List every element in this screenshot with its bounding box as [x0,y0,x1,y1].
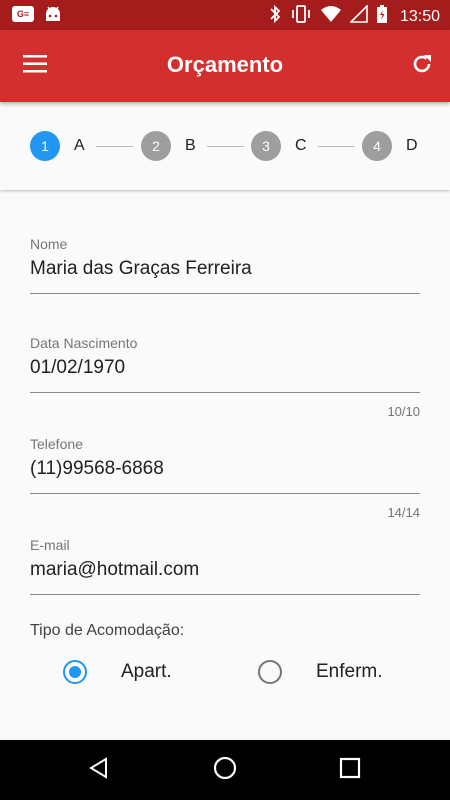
radio-button-unchecked-icon[interactable] [258,660,282,684]
telefone-input[interactable]: (11)99568-6868 [30,458,420,480]
radio-apart-label[interactable]: Apart. [121,661,172,683]
stepper: 1 A 2 B 3 C 4 D [0,102,450,190]
step-connector [318,146,355,147]
acomodacao-label: Tipo de Acomodação: [30,622,185,639]
bluetooth-icon [268,4,282,29]
step-number: 2 [141,131,171,161]
step-label: C [295,137,307,154]
step-4[interactable]: 4 D [362,131,418,161]
step-3[interactable]: 3 C [251,131,307,161]
navigation-bar [0,740,450,800]
nome-input[interactable]: Maria das Graças Ferreira [30,258,420,280]
refresh-button[interactable] [400,44,444,88]
step-2[interactable]: 2 B [141,131,196,161]
step-connector [207,146,244,147]
radio-button-checked-icon[interactable] [63,660,87,684]
telefone-counter: 14/14 [387,505,420,520]
vibrate-icon [290,4,312,29]
step-number: 3 [251,131,281,161]
telefone-label: Telefone [30,436,83,452]
home-icon [212,755,238,786]
step-number: 4 [362,131,392,161]
notification-badge-icon: G≡ [12,6,34,22]
email-field[interactable]: E-mail maria@hotmail.com [30,537,420,581]
signal-icon [349,4,368,28]
nome-field[interactable]: Nome Maria das Graças Ferreira [30,236,420,280]
data-nascimento-field[interactable]: Data Nascimento 01/02/1970 [30,335,420,379]
email-input[interactable]: maria@hotmail.com [30,559,420,581]
email-label: E-mail [30,537,70,553]
telefone-field[interactable]: Telefone (11)99568-6868 [30,436,420,480]
back-icon [87,756,111,785]
data-nascimento-label: Data Nascimento [30,335,138,351]
nome-label: Nome [30,236,68,252]
step-1[interactable]: 1 A [30,131,85,161]
step-connector [96,146,133,147]
wifi-icon [320,5,342,28]
home-button[interactable] [210,755,240,785]
email-underline [30,594,420,595]
app-bar: Orçamento [0,30,450,102]
recents-button[interactable] [335,755,365,785]
refresh-icon [410,52,434,81]
nome-underline [30,293,420,294]
radio-apart[interactable]: Apart. [63,660,172,684]
data-nascimento-underline [30,392,420,393]
step-label: B [185,137,196,154]
step-label: A [74,137,85,154]
radio-enferm[interactable]: Enferm. [258,660,383,684]
step-number: 1 [30,131,60,161]
status-bar: G≡ 13:50 [0,0,450,30]
data-nascimento-counter: 10/10 [387,404,420,419]
telefone-underline [30,493,420,494]
data-nascimento-input[interactable]: 01/02/1970 [30,357,420,379]
page-title: Orçamento [166,52,284,77]
recents-icon [339,757,361,784]
android-icon [44,6,62,22]
back-button[interactable] [84,755,114,785]
step-label: D [406,137,418,154]
status-time: 13:50 [399,7,440,25]
radio-enferm-label[interactable]: Enferm. [316,661,383,683]
battery-icon [376,4,388,29]
